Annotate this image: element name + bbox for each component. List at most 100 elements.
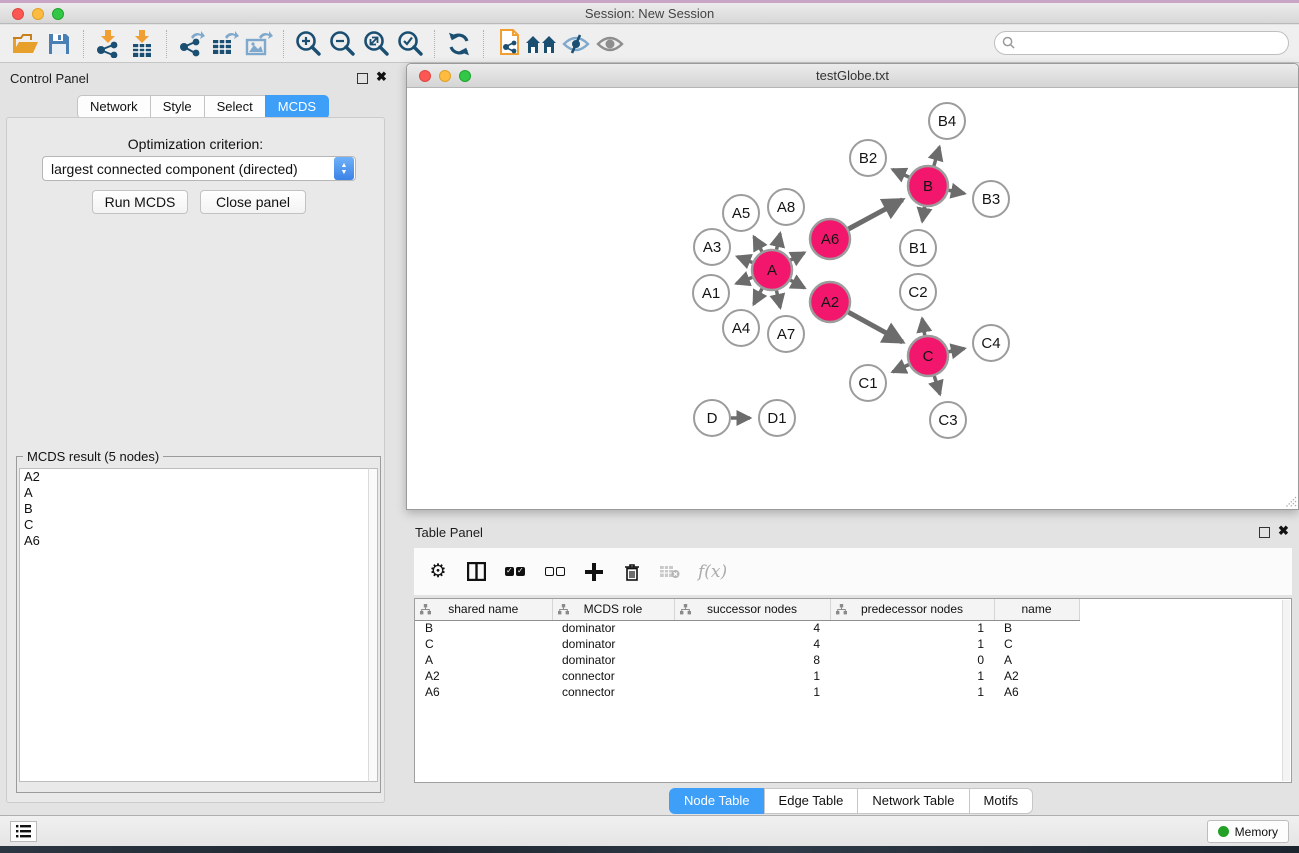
mcds-result-item[interactable]: A2: [20, 469, 369, 485]
graph-edge-A-A2[interactable]: [790, 280, 804, 288]
column-header-MCDS-role[interactable]: MCDS role: [552, 599, 674, 620]
table-cell[interactable]: 1: [674, 684, 830, 700]
table-panel-close-icon[interactable]: ✖: [1278, 525, 1289, 536]
table-cell[interactable]: B: [415, 620, 552, 636]
save-session-button[interactable]: [42, 28, 76, 60]
import-network-button[interactable]: [91, 28, 125, 60]
close-panel-button[interactable]: Close panel: [200, 190, 306, 214]
mcds-result-item[interactable]: A6: [20, 533, 369, 549]
table-cell[interactable]: connector: [552, 668, 674, 684]
table-cell[interactable]: C: [994, 636, 1079, 652]
table-cell[interactable]: connector: [552, 684, 674, 700]
table-options-gear-icon[interactable]: ⚙: [428, 562, 448, 581]
table-panel-float-icon[interactable]: [1259, 527, 1270, 538]
tab-network-table[interactable]: Network Table: [857, 788, 968, 814]
close-window-button[interactable]: [12, 8, 24, 20]
minimize-window-button[interactable]: [32, 8, 44, 20]
graph-edge-B-B1[interactable]: [922, 207, 924, 222]
table-row[interactable]: A2connector11A2: [415, 668, 1099, 684]
mcds-result-item[interactable]: C: [20, 517, 369, 533]
task-history-button[interactable]: [10, 821, 37, 842]
network-close-button[interactable]: [419, 70, 431, 82]
table-scrollbar[interactable]: [1282, 600, 1290, 781]
mcds-result-item[interactable]: B: [20, 501, 369, 517]
control-panel-close-icon[interactable]: ✖: [376, 71, 387, 82]
run-mcds-button[interactable]: Run MCDS: [92, 190, 188, 214]
zoom-out-button[interactable]: [325, 28, 359, 60]
show-column-icon[interactable]: [466, 562, 486, 581]
column-header-successor-nodes[interactable]: successor nodes: [674, 599, 830, 620]
graph-edge-C-C4[interactable]: [949, 348, 965, 351]
create-column-icon[interactable]: [584, 563, 604, 581]
hide-selected-button[interactable]: [559, 28, 593, 60]
function-builder-icon[interactable]: f(x): [698, 562, 727, 582]
delete-table-icon[interactable]: [660, 565, 680, 579]
mcds-result-scrollbar[interactable]: [368, 468, 378, 782]
table-cell[interactable]: 1: [830, 636, 994, 652]
column-header-shared-name[interactable]: shared name: [415, 599, 552, 620]
zoom-in-button[interactable]: [291, 28, 325, 60]
table-cell[interactable]: dominator: [552, 620, 674, 636]
mcds-result-list[interactable]: A2ABCA6: [19, 468, 370, 782]
table-cell[interactable]: A: [415, 652, 552, 668]
tab-mcds[interactable]: MCDS: [265, 95, 329, 119]
select-all-checkboxes-icon[interactable]: [504, 567, 526, 576]
column-header-name[interactable]: name: [994, 599, 1079, 620]
network-maximize-button[interactable]: [459, 70, 471, 82]
table-cell[interactable]: 1: [674, 668, 830, 684]
table-cell[interactable]: 1: [830, 668, 994, 684]
graph-edge-A-A5[interactable]: [754, 237, 762, 252]
export-network-button[interactable]: [174, 28, 208, 60]
table-cell[interactable]: A: [994, 652, 1079, 668]
table-cell[interactable]: C: [415, 636, 552, 652]
graph-edge-C-C1[interactable]: [893, 365, 909, 372]
refresh-button[interactable]: [442, 28, 476, 60]
table-row[interactable]: Cdominator41C: [415, 636, 1099, 652]
control-panel-float-icon[interactable]: [357, 73, 368, 84]
table-cell[interactable]: A6: [415, 684, 552, 700]
open-session-button[interactable]: [8, 28, 42, 60]
graph-edge-B-B2[interactable]: [892, 169, 909, 177]
graph-edge-C-C2[interactable]: [922, 319, 925, 336]
memory-button[interactable]: Memory: [1207, 820, 1289, 843]
table-cell[interactable]: dominator: [552, 636, 674, 652]
table-row[interactable]: A6connector11A6: [415, 684, 1099, 700]
table-cell[interactable]: B: [994, 620, 1079, 636]
node-table-grid[interactable]: shared nameMCDS rolesuccessor nodesprede…: [415, 599, 1099, 700]
graph-edge-A2-C[interactable]: [848, 312, 902, 342]
graph-edge-A-A1[interactable]: [736, 277, 752, 283]
export-table-button[interactable]: [208, 28, 242, 60]
zoom-fit-button[interactable]: [359, 28, 393, 60]
optimization-criterion-dropdown[interactable]: largest connected component (directed) ▲…: [42, 156, 356, 181]
graph-edge-A-A3[interactable]: [737, 257, 752, 263]
mcds-result-item[interactable]: A: [20, 485, 369, 501]
table-cell[interactable]: A6: [994, 684, 1079, 700]
network-minimize-button[interactable]: [439, 70, 451, 82]
table-cell[interactable]: A2: [415, 668, 552, 684]
network-graph[interactable]: AA1A2A3A4A5A6A7A8BB1B2B3B4CC1C2C3C4DD1: [407, 89, 1298, 509]
tab-motifs[interactable]: Motifs: [969, 788, 1034, 814]
show-all-button[interactable]: [593, 28, 627, 60]
search-input[interactable]: [994, 31, 1289, 55]
table-cell[interactable]: 4: [674, 636, 830, 652]
table-row[interactable]: Adominator80A: [415, 652, 1099, 668]
network-window-titlebar[interactable]: testGlobe.txt: [407, 64, 1298, 88]
table-row[interactable]: Bdominator41B: [415, 620, 1099, 636]
graph-edge-B-B3[interactable]: [949, 190, 965, 193]
zoom-selected-button[interactable]: [393, 28, 427, 60]
tab-select[interactable]: Select: [204, 95, 265, 119]
tab-style[interactable]: Style: [150, 95, 204, 119]
tab-node-table[interactable]: Node Table: [669, 788, 764, 814]
unselect-all-checkboxes-icon[interactable]: [544, 567, 566, 576]
new-network-from-selection-button[interactable]: [491, 28, 525, 60]
table-cell[interactable]: 8: [674, 652, 830, 668]
graph-edge-A-A4[interactable]: [754, 289, 762, 305]
table-cell[interactable]: A2: [994, 668, 1079, 684]
import-table-button[interactable]: [125, 28, 159, 60]
table-cell[interactable]: 4: [674, 620, 830, 636]
tab-network[interactable]: Network: [77, 95, 150, 119]
maximize-window-button[interactable]: [52, 8, 64, 20]
table-cell[interactable]: dominator: [552, 652, 674, 668]
delete-column-trash-icon[interactable]: [622, 563, 642, 581]
column-header-predecessor-nodes[interactable]: predecessor nodes: [830, 599, 994, 620]
